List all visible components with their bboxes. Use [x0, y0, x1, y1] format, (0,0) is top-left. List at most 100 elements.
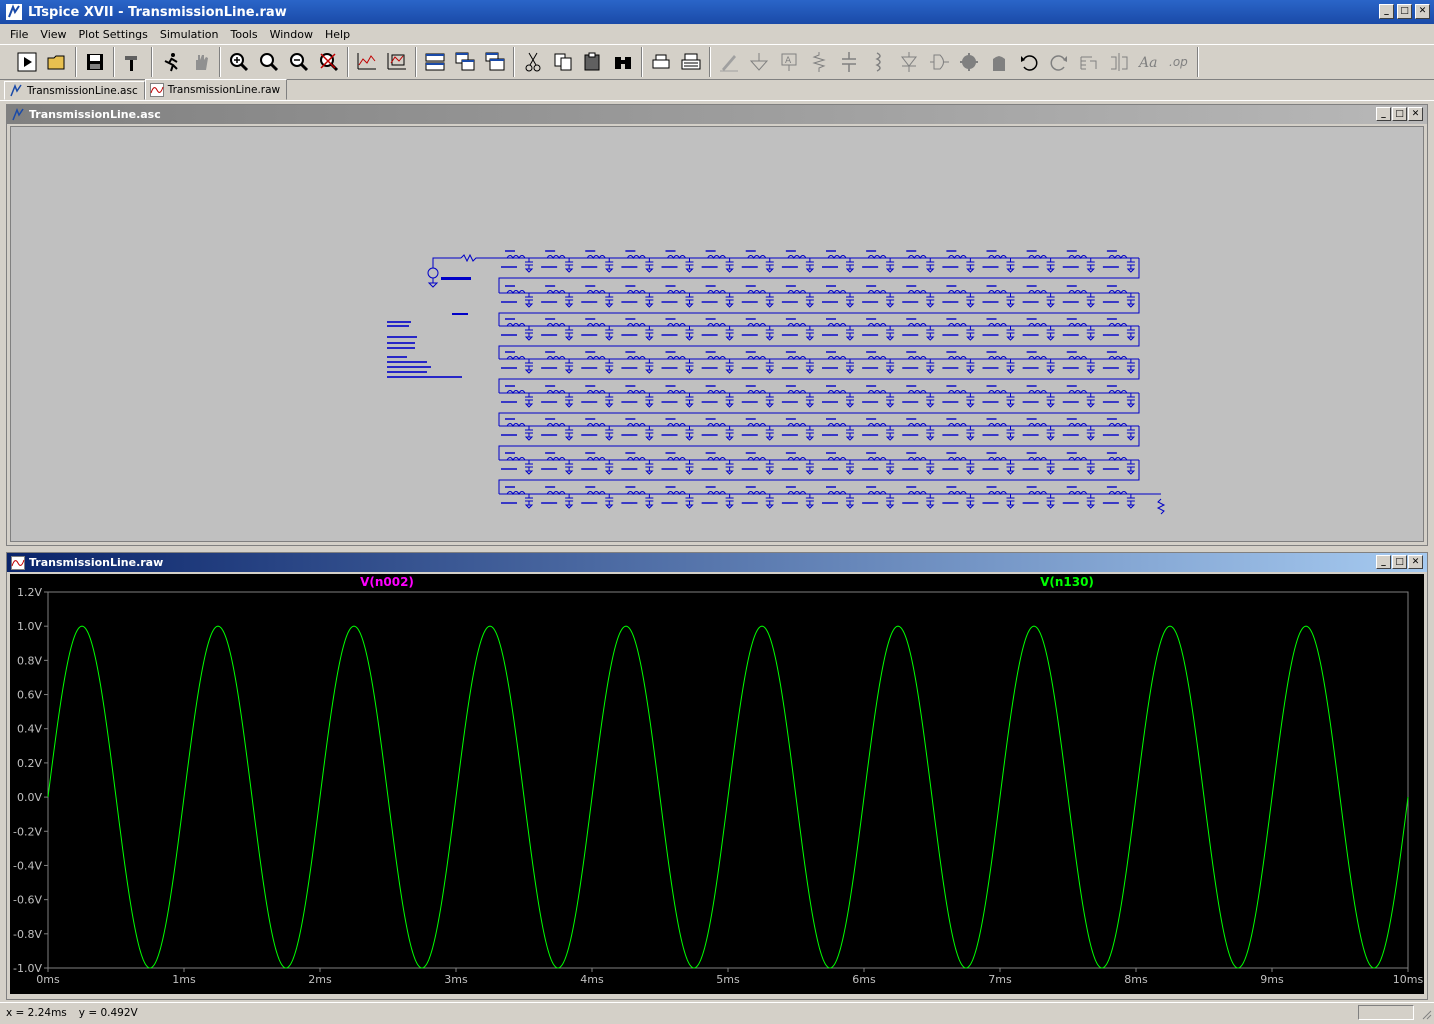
run-button[interactable] — [12, 47, 42, 77]
tab-label: TransmissionLine.asc — [27, 84, 138, 97]
text-button[interactable]: Aa — [1134, 47, 1164, 77]
menu-plot-settings[interactable]: Plot Settings — [73, 28, 154, 41]
capacitor-symbol — [885, 258, 895, 273]
trace-label-vn130[interactable]: V(n130) — [1040, 575, 1094, 589]
move-button[interactable] — [954, 47, 984, 77]
pencil-icon — [720, 55, 738, 72]
schematic-close-button[interactable]: ✕ — [1408, 107, 1423, 121]
halt-button[interactable] — [186, 47, 216, 77]
plot-pane[interactable]: V(n002) V(n130) 1.2V 1.0V 0.8V 0.6V 0.4V 0.2V… — [10, 574, 1424, 994]
toolbar: A Aa .op — [0, 44, 1434, 80]
capacitor-symbol — [765, 494, 774, 509]
capacitor-symbol — [885, 359, 895, 374]
maximize-button[interactable]: □ — [1397, 4, 1412, 19]
window-titlebar: LTspice XVII - TransmissionLine.raw _ □ … — [0, 0, 1434, 24]
schematic-window-title: TransmissionLine.asc — [29, 108, 161, 121]
tile-horizontal-button[interactable] — [420, 47, 450, 77]
ground-button[interactable] — [744, 47, 774, 77]
control-panel-button[interactable] — [118, 47, 148, 77]
draw-wire-button[interactable] — [714, 47, 744, 77]
resize-grip-icon[interactable] — [1420, 1008, 1432, 1020]
rotate-icon — [1080, 56, 1097, 70]
y-tick-label: 1.0V — [17, 620, 42, 633]
toolbar-separator — [113, 47, 115, 77]
pan-button[interactable] — [254, 47, 284, 77]
minimize-button[interactable]: _ — [1379, 4, 1394, 19]
print-button[interactable] — [676, 47, 706, 77]
drag-button[interactable] — [984, 47, 1014, 77]
waveform-minimize-button[interactable]: _ — [1376, 555, 1391, 569]
tile-vertical-icon — [485, 52, 505, 71]
toolbar-separator — [347, 47, 349, 77]
spice-directive-button[interactable]: .op — [1164, 47, 1194, 77]
trace-label-vn002[interactable]: V(n002) — [360, 575, 414, 589]
resistor-button[interactable] — [804, 47, 834, 77]
menu-file[interactable]: File — [4, 28, 34, 41]
capacitor-button[interactable] — [834, 47, 864, 77]
zoom-area-button[interactable] — [224, 47, 254, 77]
copy-icon — [554, 53, 572, 71]
rotate-button[interactable] — [1074, 47, 1104, 77]
document-tabs: TransmissionLine.asc TransmissionLine.ra… — [0, 79, 1434, 101]
autorange-button[interactable] — [352, 47, 382, 77]
menu-help[interactable]: Help — [319, 28, 356, 41]
label-net-button[interactable]: A — [774, 47, 804, 77]
capacitor-symbol — [685, 326, 694, 341]
close-button[interactable]: ✕ — [1415, 4, 1430, 19]
capacitor-symbol — [1046, 494, 1055, 509]
menu-view[interactable]: View — [34, 28, 72, 41]
mirror-button[interactable] — [1104, 47, 1134, 77]
redo-button[interactable] — [1044, 47, 1074, 77]
print-setup-button[interactable] — [646, 47, 676, 77]
capacitor-symbol — [725, 258, 734, 273]
find-button[interactable] — [608, 47, 638, 77]
component-button[interactable] — [924, 47, 954, 77]
toolbar-separator — [513, 47, 515, 77]
capacitor-symbol — [1086, 494, 1095, 509]
spice-directive-text — [387, 336, 417, 338]
schematic-canvas[interactable] — [10, 126, 1424, 542]
cascade-button[interactable] — [450, 47, 480, 77]
inductor-button[interactable] — [864, 47, 894, 77]
open-button[interactable] — [42, 47, 72, 77]
trace-vn130[interactable] — [47, 625, 1409, 969]
schematic-maximize-button[interactable]: □ — [1392, 107, 1407, 121]
x-tick-label: 8ms — [1124, 973, 1148, 986]
capacitor-symbol — [926, 426, 935, 441]
waveform-close-button[interactable]: ✕ — [1408, 555, 1423, 569]
undo-button[interactable] — [1014, 47, 1044, 77]
run-icon — [17, 52, 37, 72]
menu-simulation[interactable]: Simulation — [154, 28, 225, 41]
diode-button[interactable] — [894, 47, 924, 77]
spice-directive-text — [387, 325, 409, 327]
capacitor-symbol — [845, 426, 855, 441]
menu-tools[interactable]: Tools — [224, 28, 263, 41]
x-tick-label: 1ms — [172, 973, 196, 986]
paste-button[interactable] — [578, 47, 608, 77]
zoom-out-button[interactable] — [284, 47, 314, 77]
tile-vertical-button[interactable] — [480, 47, 510, 77]
capacitor-symbol — [1126, 460, 1136, 475]
save-button[interactable] — [80, 47, 110, 77]
manual-limits-button[interactable] — [382, 47, 412, 77]
capacitor-symbol — [966, 494, 975, 509]
schematic-window-titlebar[interactable]: TransmissionLine.asc — [7, 105, 1427, 124]
run-simulation-button[interactable] — [156, 47, 186, 77]
cut-button[interactable] — [518, 47, 548, 77]
tab-transmissionline-asc[interactable]: TransmissionLine.asc — [4, 81, 145, 100]
waveform-maximize-button[interactable]: □ — [1392, 555, 1407, 569]
copy-button[interactable] — [548, 47, 578, 77]
capacitor-symbol — [685, 426, 694, 441]
menu-window[interactable]: Window — [264, 28, 319, 41]
toolbar-separator — [709, 47, 711, 77]
capacitor-symbol — [645, 460, 654, 475]
waveform-window-titlebar[interactable]: TransmissionLine.raw — [7, 553, 1427, 572]
capacitor-symbol — [1126, 393, 1136, 408]
schematic-minimize-button[interactable]: _ — [1376, 107, 1391, 121]
scissors-icon — [525, 52, 541, 72]
capacitor-symbol — [1046, 426, 1055, 441]
y-tick-label: 0.8V — [17, 654, 42, 667]
tab-transmissionline-raw[interactable]: TransmissionLine.raw — [144, 79, 288, 100]
zoom-full-button[interactable] — [314, 47, 344, 77]
mirror-icon — [1111, 53, 1128, 71]
